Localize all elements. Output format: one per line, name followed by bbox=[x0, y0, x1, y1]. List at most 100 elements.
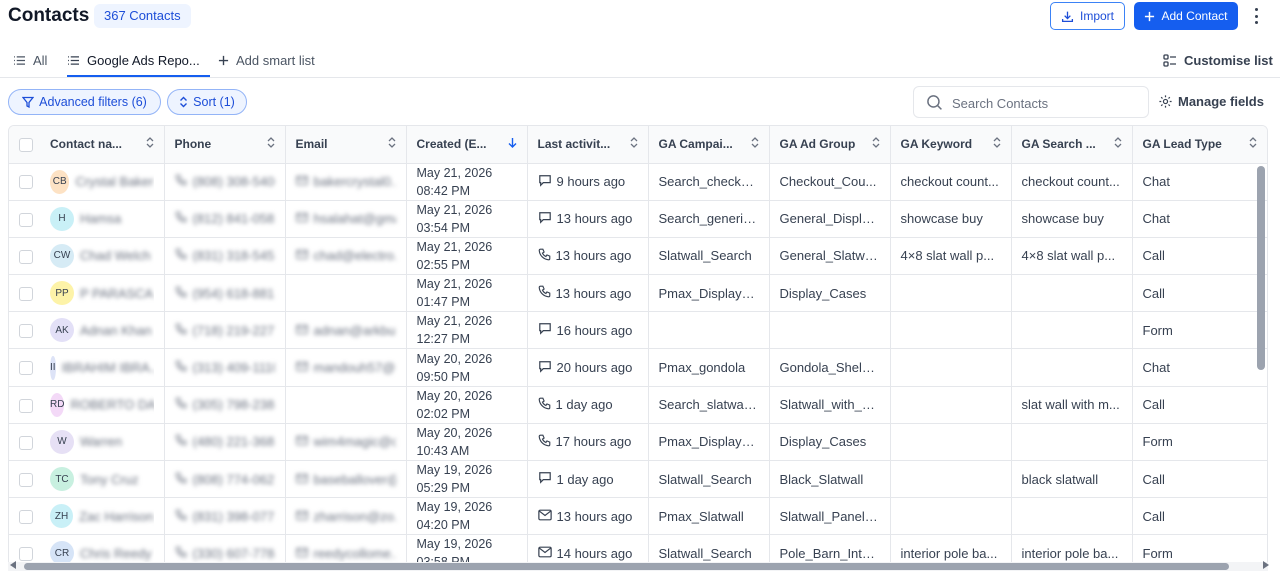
advanced-filters-button[interactable]: Advanced filters (6) bbox=[8, 89, 161, 115]
contact-name[interactable]: IBRAHIM IBRA... bbox=[62, 360, 154, 375]
row-checkbox[interactable] bbox=[9, 386, 46, 424]
contact-name-cell[interactable]: AK Adnan Khan bbox=[46, 311, 165, 350]
row-checkbox[interactable] bbox=[9, 274, 46, 313]
sort-toggle-icon[interactable] bbox=[146, 137, 154, 151]
email-cell[interactable]: zharrison@zo... bbox=[285, 497, 407, 536]
column-header-ga-lead-type[interactable]: GA Lead Type bbox=[1132, 126, 1267, 164]
table-row[interactable]: ZH Zac Harrison (831) 398-0773 zharrison@zo… bbox=[9, 497, 1267, 536]
row-checkbox[interactable] bbox=[9, 460, 46, 499]
email-cell[interactable] bbox=[285, 274, 407, 313]
column-header-ga-campaign[interactable]: GA Campai... bbox=[648, 126, 770, 164]
contact-name-cell[interactable]: II IBRAHIM IBRA... bbox=[46, 348, 165, 387]
column-header-ga-keyword[interactable]: GA Keyword bbox=[890, 126, 1012, 164]
phone-cell[interactable]: (808) 774-0627 bbox=[164, 460, 286, 499]
column-header-contact-name[interactable]: Contact na... bbox=[46, 126, 165, 164]
contact-name-cell[interactable]: RD ROBERTO DA... bbox=[46, 386, 165, 424]
table-row[interactable]: CR Chris Reedy (330) 607-7784 reedycollome.… bbox=[9, 534, 1267, 562]
phone-cell[interactable]: (330) 607-7784 bbox=[164, 534, 286, 562]
phone-cell[interactable]: (954) 618-8813 bbox=[164, 274, 286, 313]
tab-google-ads-report[interactable]: Google Ads Repo... bbox=[67, 53, 200, 68]
column-header-created[interactable]: Created (E... bbox=[406, 126, 528, 164]
contact-name-cell[interactable]: ZH Zac Harrison bbox=[46, 497, 165, 536]
email-cell[interactable]: adnan@arkbui... bbox=[285, 311, 407, 350]
contact-name[interactable]: Warren bbox=[80, 434, 122, 449]
sort-toggle-icon[interactable] bbox=[1249, 137, 1257, 151]
email-cell[interactable]: chad@electro... bbox=[285, 237, 407, 276]
row-checkbox[interactable] bbox=[9, 311, 46, 350]
column-header-email[interactable]: Email bbox=[285, 126, 407, 164]
table-row[interactable]: PP P PARASCA (954) 618-8813 May 21, 2026 01:… bbox=[9, 274, 1267, 313]
contact-name[interactable]: Crystal Baker bbox=[75, 174, 153, 189]
email-cell[interactable] bbox=[285, 386, 407, 424]
contact-name-cell[interactable]: CB Crystal Baker bbox=[46, 163, 165, 201]
sort-toggle-icon[interactable] bbox=[267, 137, 275, 151]
contact-name[interactable]: P PARASCA bbox=[80, 286, 153, 301]
contact-name[interactable]: Chad Welch bbox=[80, 248, 151, 263]
sort-descending-icon[interactable] bbox=[508, 137, 517, 151]
more-options-icon[interactable] bbox=[1249, 6, 1263, 26]
column-header-ga-ad-group[interactable]: GA Ad Group bbox=[769, 126, 891, 164]
contact-name-cell[interactable]: CR Chris Reedy bbox=[46, 534, 165, 562]
import-button[interactable]: Import bbox=[1050, 2, 1125, 30]
contact-name[interactable]: Tony Cruz bbox=[80, 472, 139, 487]
sort-button[interactable]: Sort (1) bbox=[167, 89, 247, 115]
email-cell[interactable]: bakercrystal0... bbox=[285, 163, 407, 201]
sort-toggle-icon[interactable] bbox=[388, 137, 396, 151]
search-contacts-input[interactable] bbox=[952, 94, 1142, 112]
contact-name[interactable]: Hamsa bbox=[80, 211, 121, 226]
column-header-last-activity[interactable]: Last activit... bbox=[527, 126, 649, 164]
contact-name-cell[interactable]: PP P PARASCA bbox=[46, 274, 165, 313]
scroll-right-arrow-icon[interactable] bbox=[1263, 561, 1269, 569]
table-row[interactable]: TC Tony Cruz (808) 774-0627 baseballover@..… bbox=[9, 460, 1267, 499]
contact-name[interactable]: ROBERTO DA... bbox=[70, 397, 153, 412]
contact-name[interactable]: Zac Harrison bbox=[79, 509, 153, 524]
table-row[interactable]: W Warren (480) 221-3683 wim4magic@c... May 2… bbox=[9, 423, 1267, 462]
row-checkbox[interactable] bbox=[9, 423, 46, 462]
email-cell[interactable]: hsalahat@gma... bbox=[285, 200, 407, 238]
table-row[interactable]: II IBRAHIM IBRA... (313) 409-1110 mandouh57… bbox=[9, 348, 1267, 387]
row-checkbox[interactable] bbox=[9, 200, 46, 238]
phone-cell[interactable]: (831) 398-0773 bbox=[164, 497, 286, 536]
row-checkbox[interactable] bbox=[9, 497, 46, 536]
table-row[interactable]: H Hamsa (812) 841-0582 hsalahat@gma... May 2… bbox=[9, 200, 1267, 238]
sort-toggle-icon[interactable] bbox=[630, 137, 638, 151]
horizontal-scrollbar[interactable] bbox=[24, 563, 1229, 570]
contact-name-cell[interactable]: H Hamsa bbox=[46, 200, 165, 238]
row-checkbox[interactable] bbox=[9, 348, 46, 387]
row-checkbox[interactable] bbox=[9, 534, 46, 562]
table-row[interactable]: CW Chad Welch (831) 318-5452 chad@electro..… bbox=[9, 237, 1267, 276]
select-all-checkbox[interactable] bbox=[9, 126, 46, 164]
phone-cell[interactable]: (480) 221-3683 bbox=[164, 423, 286, 462]
email-cell[interactable]: baseballover@... bbox=[285, 460, 407, 499]
tab-all[interactable]: All bbox=[13, 53, 47, 68]
table-row[interactable]: AK Adnan Khan (718) 219-2277 adnan@arkbui..… bbox=[9, 311, 1267, 350]
contact-name[interactable]: Chris Reedy bbox=[80, 546, 152, 561]
row-checkbox[interactable] bbox=[9, 163, 46, 201]
phone-cell[interactable]: (812) 841-0582 bbox=[164, 200, 286, 238]
vertical-scrollbar[interactable] bbox=[1257, 166, 1265, 370]
sort-toggle-icon[interactable] bbox=[872, 137, 880, 151]
contact-name[interactable]: Adnan Khan bbox=[80, 323, 152, 338]
email-cell[interactable]: reedycollome... bbox=[285, 534, 407, 562]
sort-toggle-icon[interactable] bbox=[993, 137, 1001, 151]
row-checkbox[interactable] bbox=[9, 237, 46, 276]
column-header-phone[interactable]: Phone bbox=[164, 126, 286, 164]
phone-cell[interactable]: (831) 318-5452 bbox=[164, 237, 286, 276]
contact-name-cell[interactable]: CW Chad Welch bbox=[46, 237, 165, 276]
manage-fields-button[interactable]: Manage fields bbox=[1158, 94, 1264, 109]
add-contact-button[interactable]: Add Contact bbox=[1134, 2, 1238, 30]
customise-list-button[interactable]: Customise list bbox=[1163, 53, 1273, 68]
sort-toggle-icon[interactable] bbox=[751, 137, 759, 151]
email-cell[interactable]: wim4magic@c... bbox=[285, 423, 407, 462]
column-header-ga-search[interactable]: GA Search ... bbox=[1011, 126, 1133, 164]
phone-cell[interactable]: (305) 798-2388 bbox=[164, 386, 286, 424]
sort-toggle-icon[interactable] bbox=[1114, 137, 1122, 151]
contact-name-cell[interactable]: W Warren bbox=[46, 423, 165, 462]
table-row[interactable]: CB Crystal Baker (808) 308-5400 bakercrysta… bbox=[9, 163, 1267, 201]
add-smart-list-button[interactable]: Add smart list bbox=[218, 53, 315, 68]
phone-cell[interactable]: (718) 219-2277 bbox=[164, 311, 286, 350]
phone-cell[interactable]: (313) 409-1110 bbox=[164, 348, 286, 387]
phone-cell[interactable]: (808) 308-5400 bbox=[164, 163, 286, 201]
scroll-left-arrow-icon[interactable] bbox=[10, 561, 16, 569]
table-row[interactable]: RD ROBERTO DA... (305) 798-2388 May 20, 202… bbox=[9, 386, 1267, 424]
